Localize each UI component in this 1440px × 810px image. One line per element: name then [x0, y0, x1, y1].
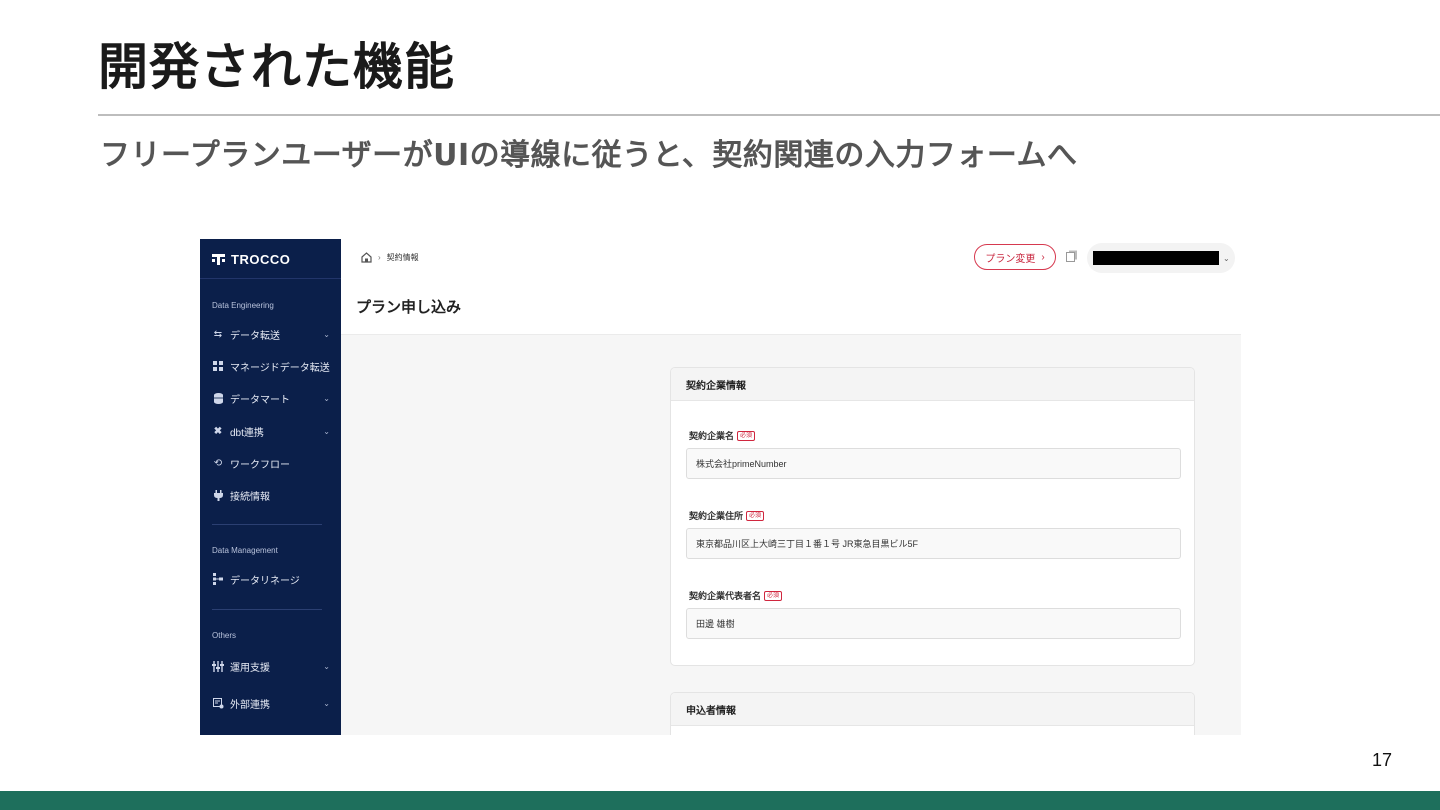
sidebar: TROCCO Data Engineering ⇆ データ転送 ⌄ マネージドデ…	[200, 239, 341, 735]
field-label-company-address: 契約企業住所 必須	[689, 509, 765, 522]
footer-bar	[0, 791, 1440, 810]
sidebar-item-label: 接続情報	[230, 491, 270, 503]
sidebar-item-operations-support[interactable]: 運用支援 ⌄	[212, 657, 330, 675]
card-heading: 申込者情報	[671, 693, 1194, 726]
sidebar-item-label: 外部連携	[230, 699, 270, 711]
plan-change-button[interactable]: プラン変更 ›	[974, 244, 1056, 270]
user-menu[interactable]: ⌄	[1087, 243, 1235, 273]
company-address-input[interactable]	[686, 528, 1181, 559]
dbt-icon: ✖	[213, 425, 223, 437]
required-badge: 必須	[764, 590, 783, 601]
field-label-text: 契約企業代表者名	[689, 591, 762, 601]
database-icon	[212, 392, 224, 404]
company-name-input[interactable]	[686, 448, 1181, 479]
field-label-text: 契約企業名	[689, 431, 735, 441]
sidebar-item-dbt[interactable]: ✖ dbt連携 ⌄	[212, 422, 330, 440]
workflow-icon: ⟲	[213, 457, 223, 469]
chevron-right-icon: ›	[1041, 251, 1045, 263]
section-heading-data-engineering: Data Engineering	[212, 301, 274, 310]
field-label-text: 契約企業住所	[689, 511, 744, 521]
external-icon	[212, 697, 224, 709]
top-bar: › 契約情報 プラン変更 › ⌄	[341, 239, 1241, 278]
section-heading-data-management: Data Management	[212, 546, 278, 555]
lineage-icon	[212, 573, 224, 585]
slide-title: 開発された機能	[98, 38, 455, 96]
card-heading: 契約企業情報	[671, 368, 1194, 401]
section-heading-others: Others	[212, 631, 237, 640]
slide-subtitle: フリープランユーザーがUIの導線に従うと、契約関連の入力フォームへ	[100, 138, 1078, 173]
title-divider	[98, 114, 1440, 116]
sidebar-divider	[200, 278, 341, 279]
transfer-icon: ⇆	[213, 328, 223, 340]
sidebar-item-label: dbt連携	[230, 427, 264, 439]
sidebar-item-label: データ転送	[230, 330, 280, 342]
field-label-representative-name: 契約企業代表者名 必須	[689, 589, 783, 602]
field-label-company-name: 契約企業名 必須	[689, 429, 756, 442]
required-badge: 必須	[746, 510, 765, 521]
sidebar-item-workflow[interactable]: ⟲ ワークフロー	[212, 454, 330, 472]
page-title: プラン申し込み	[356, 299, 462, 316]
main-content: 契約企業情報 契約企業名 必須 契約企業住所 必須 契約企業代表者名 必須 申込…	[341, 335, 1241, 735]
sidebar-item-external-integration[interactable]: 外部連携 ⌄	[212, 694, 330, 712]
sidebar-item-connections[interactable]: 接続情報	[212, 486, 330, 504]
breadcrumb-current[interactable]: 契約情報	[387, 252, 419, 263]
breadcrumb: › 契約情報	[361, 252, 419, 263]
applicant-card: 申込者情報	[670, 692, 1195, 735]
chevron-down-icon: ⌄	[323, 393, 330, 403]
chevron-down-icon: ⌄	[323, 329, 330, 339]
logo-text: TROCCO	[231, 251, 291, 267]
contract-company-card: 契約企業情報 契約企業名 必須 契約企業住所 必須 契約企業代表者名 必須	[670, 367, 1195, 666]
grid-icon	[212, 360, 224, 372]
sidebar-item-lineage[interactable]: データリネージ	[212, 570, 330, 588]
chevron-down-icon: ⌄	[1223, 253, 1230, 263]
chevron-down-icon: ⌄	[323, 698, 330, 708]
home-icon[interactable]	[361, 252, 372, 263]
required-badge: 必須	[737, 430, 756, 441]
sidebar-item-label: 運用支援	[230, 662, 270, 674]
sidebar-item-datamart[interactable]: データマート ⌄	[212, 389, 330, 407]
sidebar-item-label: マネージドデータ転送	[230, 362, 330, 374]
chevron-right-icon: ›	[378, 253, 381, 262]
sidebar-divider	[212, 524, 322, 525]
plug-icon	[212, 489, 224, 501]
representative-name-input[interactable]	[686, 608, 1181, 639]
sidebar-item-managed-transfer[interactable]: マネージドデータ転送	[212, 357, 330, 375]
logo[interactable]: TROCCO	[212, 249, 290, 269]
sidebar-divider	[212, 609, 322, 610]
plan-change-label: プラン変更	[985, 253, 1036, 265]
chevron-down-icon: ⌄	[323, 426, 330, 436]
page-header: プラン申し込み	[341, 277, 1241, 335]
trocco-logo-icon	[212, 253, 225, 265]
chevron-down-icon: ⌄	[323, 661, 330, 671]
sidebar-item-label: ワークフロー	[230, 459, 290, 471]
sliders-icon	[212, 660, 224, 672]
docs-icon[interactable]	[1066, 250, 1078, 262]
sidebar-item-label: データマート	[230, 394, 290, 406]
user-name-redacted	[1093, 251, 1219, 265]
sidebar-item-label: データリネージ	[230, 575, 300, 587]
trocco-app-screenshot: TROCCO Data Engineering ⇆ データ転送 ⌄ マネージドデ…	[200, 239, 1241, 735]
page-number: 17	[1372, 750, 1393, 770]
sidebar-item-data-transfer[interactable]: ⇆ データ転送 ⌄	[212, 325, 330, 343]
